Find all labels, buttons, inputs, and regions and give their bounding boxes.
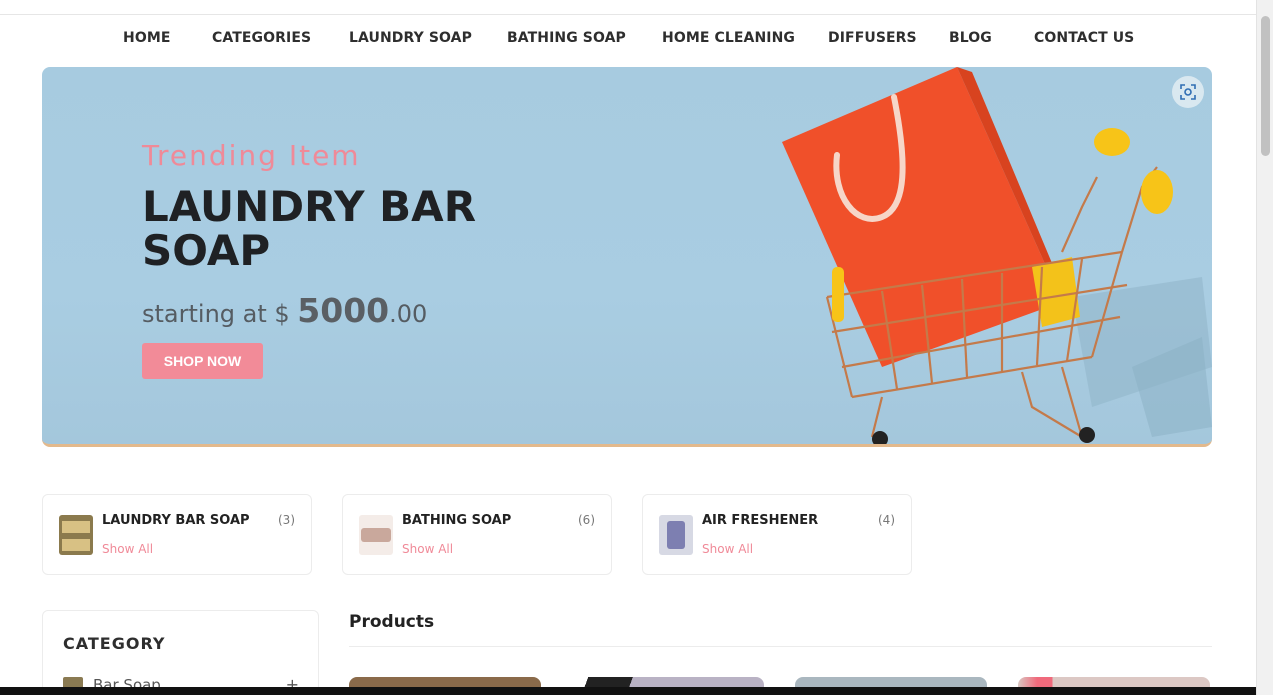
products-header: Products	[349, 612, 1212, 647]
nav-diffusers[interactable]: DIFFUSERS	[828, 30, 917, 46]
hero-eyebrow: Trending Item	[142, 139, 361, 172]
nav-bathing-soap[interactable]: BATHING SOAP	[507, 30, 626, 46]
category-count: (3)	[278, 513, 295, 527]
hero-title: LAUNDRY BAR SOAP	[142, 182, 477, 275]
shop-now-button[interactable]: SHOP NOW	[142, 343, 263, 379]
category-count: (6)	[578, 513, 595, 527]
category-name: LAUNDRY BAR SOAP	[102, 513, 250, 528]
laundry-soap-thumbnail	[59, 515, 93, 555]
price-cents: .00	[389, 300, 428, 328]
price-main: 5000	[297, 291, 390, 330]
main-navigation: HOME CATEGORIES LAUNDRY SOAP BATHING SOA…	[0, 30, 1256, 52]
bathing-soap-thumbnail	[359, 515, 393, 555]
products-title: Products	[349, 612, 435, 632]
visual-search-icon	[1180, 84, 1196, 100]
shopping-cart-bag-illustration	[782, 67, 1212, 444]
category-sidebar: CATEGORY Bar Soap +	[42, 610, 319, 695]
top-strip	[0, 0, 1256, 15]
category-name: AIR FRESHENER	[702, 513, 819, 528]
scrollbar-thumb[interactable]	[1261, 16, 1270, 156]
show-all-link[interactable]: Show All	[402, 542, 453, 556]
page-scrollbar[interactable]	[1256, 0, 1273, 695]
category-card-bathing[interactable]: BATHING SOAP (6) Show All	[342, 494, 612, 575]
nav-categories[interactable]: CATEGORIES	[212, 30, 311, 46]
nav-laundry-soap[interactable]: LAUNDRY SOAP	[349, 30, 472, 46]
sidebar-title: CATEGORY	[63, 634, 166, 653]
nav-home[interactable]: HOME	[123, 30, 171, 46]
show-all-link[interactable]: Show All	[102, 542, 153, 556]
nav-contact-us[interactable]: CONTACT US	[1034, 30, 1134, 46]
show-all-link[interactable]: Show All	[702, 542, 753, 556]
air-freshener-thumbnail	[659, 515, 693, 555]
nav-blog[interactable]: BLOG	[949, 30, 992, 46]
nav-home-cleaning[interactable]: HOME CLEANING	[662, 30, 795, 46]
category-count: (4)	[878, 513, 895, 527]
price-prefix: starting at $	[142, 300, 290, 328]
window-bottom-edge	[0, 687, 1273, 695]
category-card-laundry[interactable]: LAUNDRY BAR SOAP (3) Show All	[42, 494, 312, 575]
hero-banner: Trending Item LAUNDRY BAR SOAP starting …	[42, 67, 1212, 447]
category-name: BATHING SOAP	[402, 513, 512, 528]
category-card-air-freshener[interactable]: AIR FRESHENER (4) Show All	[642, 494, 912, 575]
hero-price: starting at $ 5000.00	[142, 291, 427, 330]
visual-search-icon[interactable]	[1172, 76, 1204, 108]
